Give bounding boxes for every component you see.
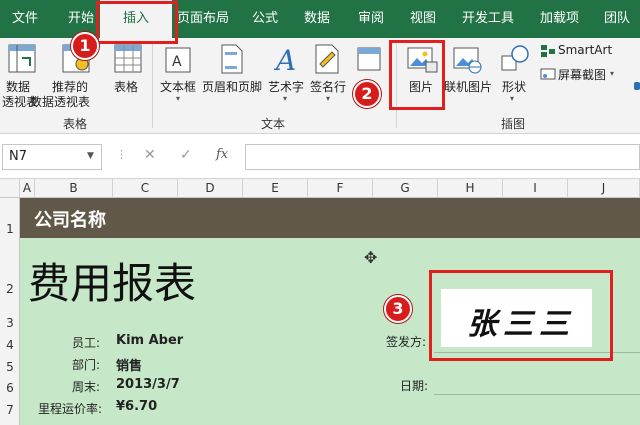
date-underline — [434, 394, 640, 395]
tab-data[interactable]: 数据 — [304, 0, 330, 38]
row-header[interactable]: 1 — [0, 222, 20, 236]
step-badge: 1 — [71, 32, 99, 60]
tab-addins[interactable]: 加载项 — [540, 0, 579, 38]
chevron-down-icon: ▾ — [326, 94, 331, 103]
chevron-down-icon: ▾ — [510, 94, 515, 103]
column-header[interactable]: I — [503, 179, 568, 198]
signature-line-icon — [315, 44, 339, 74]
column-header[interactable]: C — [113, 179, 178, 198]
row-headers: 1 2 3 4 5 6 7 — [0, 198, 20, 425]
column-header[interactable]: J — [568, 179, 640, 198]
group-divider — [152, 42, 153, 128]
column-header[interactable]: D — [178, 179, 243, 198]
chevron-down-icon: ▼ — [87, 151, 94, 161]
chevron-down-icon: ▾ — [176, 94, 181, 103]
tab-view[interactable]: 视图 — [410, 0, 436, 38]
tab-developer[interactable]: 开发工具 — [462, 0, 514, 38]
row-header[interactable]: 6 — [0, 381, 20, 395]
field-label: 员工: — [72, 336, 101, 350]
row-header[interactable]: 4 — [0, 338, 20, 352]
tables-group-label: 表格 — [62, 117, 87, 131]
illustrations-group-label: 插图 — [500, 117, 525, 131]
object-icon — [357, 47, 381, 71]
row-header[interactable]: 2 — [0, 282, 20, 296]
step-badge: 2 — [353, 80, 381, 108]
column-header[interactable]: F — [308, 179, 373, 198]
row-header[interactable]: 3 — [0, 316, 20, 330]
svg-text:A: A — [273, 44, 296, 74]
field-label: 部门: — [72, 358, 101, 372]
name-box[interactable]: N7 ▼ — [2, 144, 102, 170]
tab-team[interactable]: 团队 — [604, 0, 630, 38]
smartart-icon — [541, 45, 555, 57]
tab-review[interactable]: 审阅 — [358, 0, 384, 38]
field-value[interactable]: Kim Aber — [116, 333, 183, 348]
shapes-icon — [501, 45, 529, 71]
table-icon — [114, 44, 142, 73]
field-value[interactable]: ¥6.70 — [116, 399, 157, 414]
field-label: 周末: — [72, 380, 101, 394]
chevron-down-icon: ▾ — [610, 69, 615, 78]
row-header[interactable]: 5 — [0, 360, 20, 374]
select-all-corner[interactable] — [0, 179, 20, 198]
highlight-insert-tab — [96, 1, 178, 44]
more-options-icon: ⋮ — [116, 148, 127, 161]
enter-icon[interactable]: ✓ — [180, 147, 192, 163]
column-header[interactable]: H — [438, 179, 503, 198]
tab-page-layout[interactable]: 页面布局 — [177, 0, 229, 38]
field-value[interactable]: 销售 — [116, 355, 142, 374]
column-header[interactable]: G — [373, 179, 438, 198]
tab-file[interactable]: 文件 — [12, 0, 38, 38]
company-name: 公司名称 — [34, 210, 106, 231]
svg-text:A: A — [172, 54, 182, 70]
issuer-label: 签发方: — [386, 335, 427, 349]
highlight-picture-button — [389, 40, 445, 110]
highlight-signature-image — [429, 270, 613, 361]
field-value[interactable]: 2013/3/7 — [116, 377, 180, 392]
pivot-table-icon — [8, 44, 36, 73]
store-icon[interactable] — [634, 82, 640, 90]
textbox-icon: A — [165, 47, 191, 73]
column-header[interactable]: A — [20, 179, 35, 198]
column-header[interactable]: E — [243, 179, 308, 198]
wordart-icon: A — [273, 44, 296, 74]
cursor-icon: ✥ — [364, 248, 378, 267]
column-headers: A B C D E F G H I J — [0, 179, 640, 198]
screenshot-icon — [540, 68, 556, 80]
formula-bar: N7 ▼ ⋮ ✕ ✓ fx — [0, 134, 640, 179]
company-banner: 公司名称 — [20, 198, 640, 238]
field-label: 里程运价率: — [38, 402, 103, 416]
insert-function-icon[interactable]: fx — [216, 147, 228, 162]
tab-formulas[interactable]: 公式 — [252, 0, 278, 38]
text-group-label: 文本 — [260, 117, 285, 131]
cancel-icon[interactable]: ✕ — [144, 147, 156, 163]
online-picture-icon — [453, 47, 482, 74]
row-header[interactable]: 7 — [0, 403, 20, 417]
header-footer-icon — [221, 44, 243, 74]
formula-input[interactable] — [245, 144, 640, 170]
chevron-down-icon: ▾ — [283, 94, 288, 103]
report-title: 费用报表 — [28, 259, 197, 308]
step-badge: 3 — [384, 295, 412, 323]
column-header[interactable]: B — [35, 179, 113, 198]
date-label: 日期: — [400, 379, 429, 393]
